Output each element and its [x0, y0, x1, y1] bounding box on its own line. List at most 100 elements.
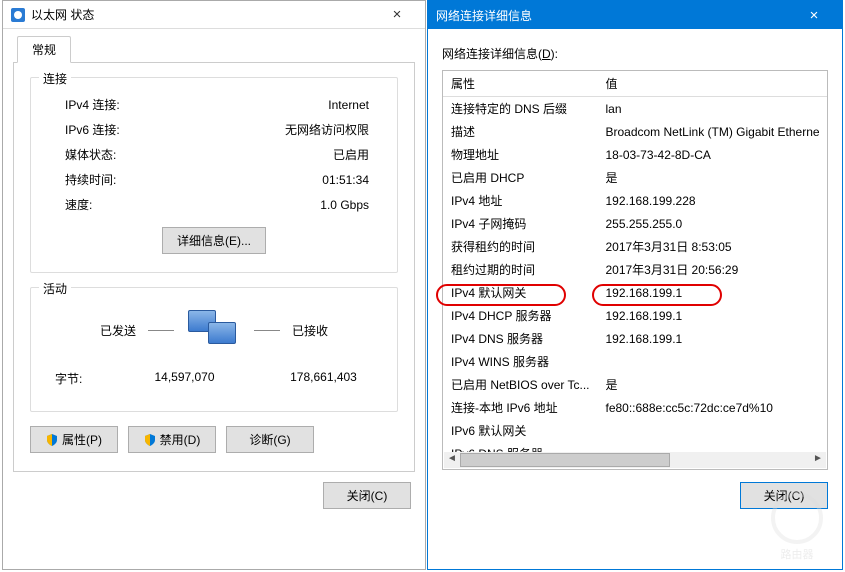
- table-row[interactable]: 连接-本地 IPv6 地址fe80::688e:cc5c:72dc:ce7d%1…: [443, 396, 828, 419]
- shield-icon: [46, 434, 58, 446]
- cell-property: 已启用 DHCP: [443, 166, 597, 189]
- activity-diagram: 已发送 已接收: [45, 310, 383, 350]
- cell-value: [597, 350, 827, 373]
- disable-label: 禁用(D): [160, 431, 201, 448]
- table-row[interactable]: IPv4 DHCP 服务器192.168.199.1: [443, 304, 828, 327]
- ethernet-icon: [11, 8, 25, 22]
- row-value: 01:51:34: [155, 173, 383, 187]
- line-icon: [148, 330, 174, 331]
- window-title: 网络连接详细信息: [436, 7, 532, 24]
- line-icon: [254, 330, 280, 331]
- horizontal-scrollbar[interactable]: ◄ ►: [444, 452, 826, 468]
- close-icon[interactable]: ×: [794, 7, 834, 24]
- scroll-right-icon[interactable]: ►: [810, 452, 826, 468]
- connection-row: IPv6 连接:无网络访问权限: [45, 117, 383, 142]
- table-row[interactable]: IPv4 WINS 服务器: [443, 350, 828, 373]
- cell-property: 描述: [443, 120, 597, 143]
- close-button[interactable]: 关闭(C): [740, 482, 828, 509]
- table-row[interactable]: IPv4 子网掩码255.255.255.0: [443, 212, 828, 235]
- monitors-icon: [186, 310, 242, 350]
- row-value: 已启用: [155, 146, 383, 163]
- cell-property: IPv4 地址: [443, 189, 597, 212]
- table-row[interactable]: 连接特定的 DNS 后缀lan: [443, 97, 828, 121]
- sent-label: 已发送: [100, 322, 136, 339]
- connection-row: 媒体状态:已启用: [45, 142, 383, 167]
- connection-row: IPv4 连接:Internet: [45, 92, 383, 117]
- cell-value: 255.255.255.0: [597, 212, 827, 235]
- table-row[interactable]: 租约过期的时间2017年3月31日 20:56:29: [443, 258, 828, 281]
- row-label: 速度:: [45, 196, 155, 213]
- cell-value: 2017年3月31日 8:53:05: [597, 235, 827, 258]
- ethernet-status-window: 以太网 状态 × 常规 连接 IPv4 连接:InternetIPv6 连接:无…: [2, 0, 426, 570]
- cell-property: IPv4 子网掩码: [443, 212, 597, 235]
- cell-property: 已启用 NetBIOS over Tc...: [443, 373, 597, 396]
- properties-button[interactable]: 属性(P): [30, 426, 118, 453]
- table-row[interactable]: 已启用 NetBIOS over Tc...是: [443, 373, 828, 396]
- row-label: 持续时间:: [45, 171, 155, 188]
- details-subtitle: 网络连接详细信息(D):: [442, 45, 828, 62]
- connection-row: 速度:1.0 Gbps: [45, 192, 383, 217]
- cell-property: IPv4 默认网关: [443, 281, 597, 304]
- cell-value: 是: [597, 166, 827, 189]
- cell-property: IPv4 WINS 服务器: [443, 350, 597, 373]
- details-table: 属性 值 连接特定的 DNS 后缀lan描述Broadcom NetLink (…: [443, 71, 828, 465]
- cell-property: IPv4 DNS 服务器: [443, 327, 597, 350]
- scroll-thumb[interactable]: [460, 453, 670, 467]
- window-body: 网络连接详细信息(D): 属性 值 连接特定的 DNS 后缀lan描述Broad…: [428, 29, 842, 519]
- table-row[interactable]: 物理地址18-03-73-42-8D-CA: [443, 143, 828, 166]
- window-body: 常规 连接 IPv4 连接:InternetIPv6 连接:无网络访问权限媒体状…: [3, 29, 425, 519]
- close-icon[interactable]: ×: [377, 6, 417, 23]
- details-listview[interactable]: 属性 值 连接特定的 DNS 后缀lan描述Broadcom NetLink (…: [442, 70, 828, 470]
- cell-property: IPv6 默认网关: [443, 419, 597, 442]
- table-row[interactable]: IPv6 默认网关: [443, 419, 828, 442]
- cell-value: 192.168.199.228: [597, 189, 827, 212]
- table-row[interactable]: 已启用 DHCP是: [443, 166, 828, 189]
- received-label: 已接收: [292, 322, 328, 339]
- cell-value: Broadcom NetLink (TM) Gigabit Etherne: [597, 120, 827, 143]
- dialog-footer: 关闭(C): [13, 472, 415, 509]
- cell-value: fe80::688e:cc5c:72dc:ce7d%10: [597, 396, 827, 419]
- row-label: IPv4 连接:: [45, 96, 155, 113]
- cell-value: lan: [597, 97, 827, 121]
- col-header-value[interactable]: 值: [597, 71, 827, 97]
- dialog-footer: 关闭(C): [442, 470, 828, 509]
- bytes-label: 字节:: [45, 370, 125, 387]
- bytes-row: 字节: 14,597,070 178,661,403: [45, 364, 383, 393]
- bytes-sent: 14,597,070: [125, 370, 244, 387]
- table-row[interactable]: IPv4 DNS 服务器192.168.199.1: [443, 327, 828, 350]
- activity-group: 活动 已发送 已接收 字节: 14,597,070 178,661,403: [30, 287, 398, 412]
- disable-button[interactable]: 禁用(D): [128, 426, 216, 453]
- scroll-track[interactable]: [460, 452, 810, 468]
- titlebar[interactable]: 以太网 状态 ×: [3, 1, 425, 29]
- row-label: IPv6 连接:: [45, 121, 155, 138]
- table-row[interactable]: IPv4 地址192.168.199.228: [443, 189, 828, 212]
- col-header-property[interactable]: 属性: [443, 71, 597, 97]
- cell-value: 192.168.199.1: [597, 304, 827, 327]
- cell-value: 18-03-73-42-8D-CA: [597, 143, 827, 166]
- bytes-received: 178,661,403: [264, 370, 383, 387]
- details-button[interactable]: 详细信息(E)...: [162, 227, 266, 254]
- row-value: 1.0 Gbps: [155, 198, 383, 212]
- diagnose-button[interactable]: 诊断(G): [226, 426, 314, 453]
- table-row[interactable]: 获得租约的时间2017年3月31日 8:53:05: [443, 235, 828, 258]
- tab-panel: 连接 IPv4 连接:InternetIPv6 连接:无网络访问权限媒体状态:已…: [13, 63, 415, 472]
- cell-property: 物理地址: [443, 143, 597, 166]
- row-label: 媒体状态:: [45, 146, 155, 163]
- tab-strip: 常规: [13, 35, 415, 63]
- shield-icon: [144, 434, 156, 446]
- table-row[interactable]: IPv4 默认网关192.168.199.1: [443, 281, 828, 304]
- scroll-left-icon[interactable]: ◄: [444, 452, 460, 468]
- cell-value: 192.168.199.1: [597, 281, 827, 304]
- tab-general[interactable]: 常规: [17, 36, 71, 63]
- cell-property: 连接特定的 DNS 后缀: [443, 97, 597, 121]
- cell-value: 是: [597, 373, 827, 396]
- titlebar[interactable]: 网络连接详细信息 ×: [428, 1, 842, 29]
- cell-value: 192.168.199.1: [597, 327, 827, 350]
- cell-property: 连接-本地 IPv6 地址: [443, 396, 597, 419]
- connection-group: 连接 IPv4 连接:InternetIPv6 连接:无网络访问权限媒体状态:已…: [30, 77, 398, 273]
- cell-property: 获得租约的时间: [443, 235, 597, 258]
- close-button[interactable]: 关闭(C): [323, 482, 411, 509]
- properties-label: 属性(P): [62, 431, 102, 448]
- connection-row: 持续时间:01:51:34: [45, 167, 383, 192]
- table-row[interactable]: 描述Broadcom NetLink (TM) Gigabit Etherne: [443, 120, 828, 143]
